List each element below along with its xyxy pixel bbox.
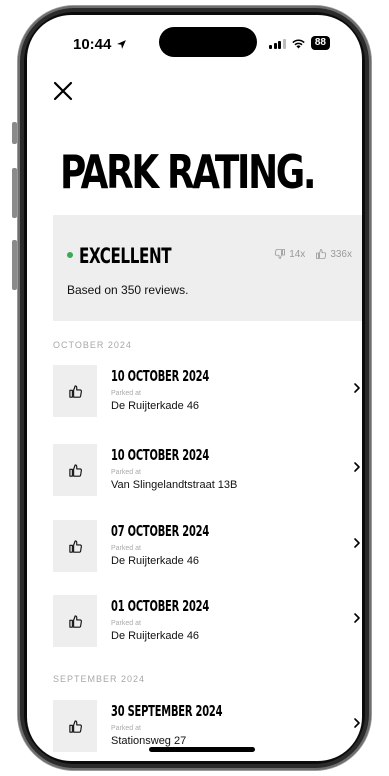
chevron-right-icon [354, 718, 360, 728]
chevron-right-icon [354, 383, 360, 393]
item-parked-label: Parked at [111, 725, 141, 732]
item-parked-label: Parked at [111, 390, 141, 397]
like-count: 336x [315, 248, 352, 260]
thumbs-up-icon [68, 463, 82, 477]
status-time: 10:44 [73, 36, 127, 53]
status-time-text: 10:44 [73, 36, 112, 53]
status-dot [67, 252, 73, 258]
item-address: Van Slingelandtstraat 13B [111, 479, 238, 491]
review-count: Based on 350 reviews. [67, 283, 189, 297]
item-date: 30 SEPTEMBER 2024 [111, 702, 223, 720]
rating-counts: 14x 336x [274, 248, 352, 260]
item-address: Stationsweg 27 [111, 735, 187, 747]
item-date: 10 OCTOBER 2024 [111, 367, 210, 385]
like-count-text: 336x [330, 248, 352, 260]
location-arrow-icon [116, 40, 126, 49]
status-indicators: 88 [269, 36, 330, 50]
phone-screen: 10:44 88 PARK RATING. EXCELLENT 14x 336x [27, 15, 362, 761]
section-header: OCTOBER 2024 [53, 340, 132, 350]
volume-down-button [12, 240, 17, 290]
item-date: 07 OCTOBER 2024 [111, 522, 210, 540]
item-parked-label: Parked at [111, 545, 141, 552]
chevron-right-icon [354, 613, 360, 623]
thumbs-down-icon [275, 249, 286, 259]
thumbs-up-icon [68, 614, 82, 628]
thumbs-up-icon [68, 719, 82, 733]
dynamic-island [159, 27, 257, 57]
list-item[interactable]: 07 OCTOBER 2024 Parked at De Ruijterkade… [53, 520, 362, 584]
item-date: 01 OCTOBER 2024 [111, 597, 210, 615]
list-item[interactable]: 10 OCTOBER 2024 Parked at De Ruijterkade… [53, 365, 362, 429]
close-icon[interactable] [52, 80, 74, 102]
section-header: SEPTEMBER 2024 [53, 674, 146, 684]
item-address: De Ruijterkade 46 [111, 630, 200, 642]
rating-tile [53, 520, 97, 572]
rating-tile [53, 444, 97, 496]
thumbs-up-icon [68, 539, 82, 553]
item-parked-label: Parked at [111, 620, 141, 627]
dislike-count: 14x [274, 248, 305, 260]
rating-tile [53, 365, 97, 417]
rating-summary: EXCELLENT 14x 336x Based on 350 reviews. [53, 215, 362, 321]
rating-label: EXCELLENT [79, 244, 172, 268]
volume-up-button [12, 168, 17, 218]
list-item[interactable]: 01 OCTOBER 2024 Parked at De Ruijterkade… [53, 595, 362, 659]
battery-icon: 88 [310, 36, 330, 50]
chevron-right-icon [354, 462, 360, 472]
chevron-right-icon [354, 538, 360, 548]
home-indicator[interactable] [149, 747, 255, 752]
rating-tile [53, 700, 97, 752]
page-title: PARK RATING. [60, 145, 317, 199]
item-address: De Ruijterkade 46 [111, 400, 200, 412]
item-date: 10 OCTOBER 2024 [111, 446, 210, 464]
wifi-icon [292, 38, 305, 49]
side-button [12, 122, 17, 144]
rating-tile [53, 595, 97, 647]
cellular-signal-icon [269, 38, 286, 49]
list-item[interactable]: 10 OCTOBER 2024 Parked at Van Slingeland… [53, 444, 362, 508]
dislike-count-text: 14x [289, 248, 306, 260]
thumbs-up-icon [316, 249, 327, 259]
thumbs-up-icon [68, 384, 82, 398]
item-parked-label: Parked at [111, 469, 141, 476]
item-address: De Ruijterkade 46 [111, 555, 200, 567]
